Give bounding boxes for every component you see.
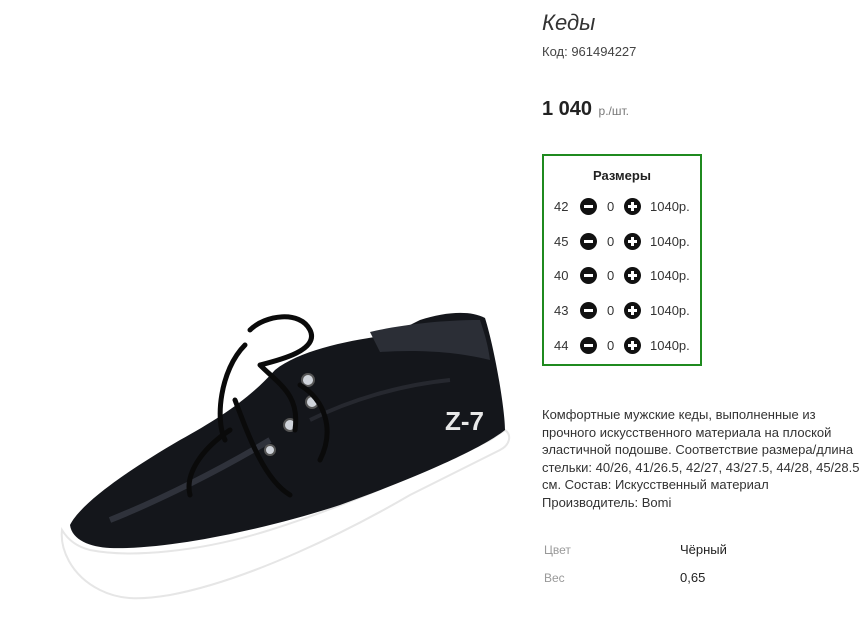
- price-value: 1 040: [542, 98, 593, 120]
- minus-circle-icon[interactable]: [580, 233, 597, 250]
- size-price: 1040р.: [650, 199, 690, 214]
- size-row: 42 0 1040р.: [544, 197, 700, 217]
- size-quantity: 0: [607, 268, 615, 283]
- product-page: Z-7 Кеды Код: 961494227 1 040 р./шт. Раз…: [0, 0, 868, 619]
- plus-circle-icon[interactable]: [624, 302, 641, 319]
- size-quantity: 0: [607, 234, 615, 249]
- size-label: 40: [554, 268, 569, 283]
- size-label: 44: [554, 338, 569, 353]
- property-label-color: Цвет: [544, 543, 571, 557]
- property-value-weight: 0,65: [680, 570, 706, 585]
- product-description: Комфортные мужские кеды, выполненные из …: [542, 407, 860, 510]
- size-price: 1040р.: [650, 234, 690, 249]
- size-quantity: 0: [607, 338, 615, 353]
- plus-circle-icon[interactable]: [624, 267, 641, 284]
- sizes-panel: Размеры 42 0 1040р. 45 0 1040р. 40 0 104…: [542, 154, 702, 366]
- product-title: Кеды: [542, 10, 596, 35]
- minus-circle-icon[interactable]: [580, 198, 597, 215]
- product-image: Z-7: [60, 312, 511, 600]
- size-row: 43 0 1040р.: [544, 301, 700, 321]
- size-label: 43: [554, 303, 569, 318]
- size-row: 44 0 1040р.: [544, 336, 700, 356]
- plus-circle-icon[interactable]: [624, 198, 641, 215]
- size-label: 45: [554, 234, 569, 249]
- property-label-weight: Вес: [544, 571, 565, 585]
- size-label: 42: [554, 199, 569, 214]
- size-row: 45 0 1040р.: [544, 232, 700, 252]
- property-value-color: Чёрный: [680, 542, 727, 557]
- plus-circle-icon[interactable]: [624, 233, 641, 250]
- minus-circle-icon[interactable]: [580, 337, 597, 354]
- size-quantity: 0: [607, 303, 615, 318]
- minus-circle-icon[interactable]: [580, 267, 597, 284]
- shoe-logo-text: Z-7: [445, 406, 484, 436]
- size-price: 1040р.: [650, 303, 690, 318]
- size-quantity: 0: [607, 199, 615, 214]
- sizes-title: Размеры: [593, 168, 651, 183]
- size-row: 40 0 1040р.: [544, 266, 700, 286]
- size-price: 1040р.: [650, 338, 690, 353]
- size-price: 1040р.: [650, 268, 690, 283]
- product-code: Код: 961494227: [542, 44, 637, 59]
- price-unit: р./шт.: [598, 104, 629, 118]
- product-price: 1 040 р./шт.: [542, 98, 629, 121]
- plus-circle-icon[interactable]: [624, 337, 641, 354]
- minus-circle-icon[interactable]: [580, 302, 597, 319]
